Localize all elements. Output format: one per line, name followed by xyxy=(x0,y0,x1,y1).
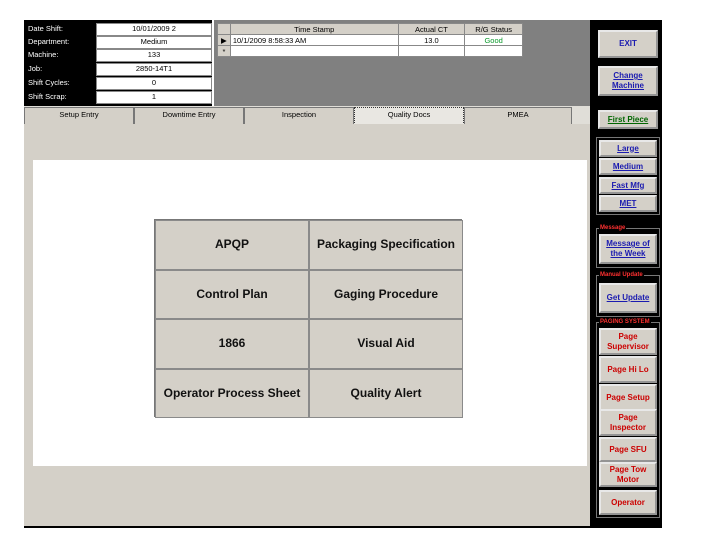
shift-info-panel: Date Shift: 10/01/2009 2 Department: Med… xyxy=(24,20,212,106)
info-row-shift-scrap: Shift Scrap: 1 xyxy=(26,91,212,104)
col-time-stamp[interactable]: Time Stamp xyxy=(229,23,399,35)
control-plan-button[interactable]: Control Plan xyxy=(155,269,309,319)
department-medium-button[interactable]: Medium xyxy=(599,158,657,175)
table-row-new[interactable]: * xyxy=(217,45,523,57)
tab-bar: Setup Entry Downtime Entry Inspection Qu… xyxy=(24,106,590,125)
department-fast-mfg-button[interactable]: Fast Mfg xyxy=(599,177,657,194)
cell-time-stamp[interactable]: 10/1/2009 8:58:33 AM xyxy=(229,34,399,46)
info-value: 1 xyxy=(96,91,212,104)
bottom-border xyxy=(24,526,662,528)
info-value: 10/01/2009 2 xyxy=(96,23,212,36)
page-inspector-button[interactable]: Page Inspector xyxy=(599,409,657,436)
tab-quality-docs[interactable]: Quality Docs xyxy=(354,107,464,125)
col-status[interactable]: R/G Status xyxy=(464,23,523,35)
page-tow-motor-button[interactable]: Page Tow Motor xyxy=(599,462,657,487)
info-row-date-shift: Date Shift: 10/01/2009 2 xyxy=(26,23,212,36)
tab-inspection[interactable]: Inspection xyxy=(244,107,354,125)
page-supervisor-button[interactable]: Page Supervisor xyxy=(599,328,657,355)
department-met-button[interactable]: MET xyxy=(599,195,657,212)
row-selector-header xyxy=(217,23,231,35)
page-setup-button[interactable]: Page Setup xyxy=(599,384,657,411)
operator-button[interactable]: Operator xyxy=(599,490,657,515)
tab-downtime-entry[interactable]: Downtime Entry xyxy=(134,107,244,125)
exit-button[interactable]: EXIT xyxy=(598,30,658,58)
info-value: 133 xyxy=(96,49,212,62)
cell-time-stamp[interactable] xyxy=(229,45,399,57)
first-piece-button[interactable]: First Piece xyxy=(598,110,658,129)
message-of-the-week-button[interactable]: Message of the Week xyxy=(599,234,657,264)
info-label: Shift Cycles: xyxy=(28,78,70,87)
info-value: 2850-14T1 xyxy=(96,63,212,76)
page-sfu-button[interactable]: Page SFU xyxy=(599,437,657,462)
visual-aid-button[interactable]: Visual Aid xyxy=(309,319,463,369)
cell-status[interactable]: Good xyxy=(464,34,523,46)
quality-alert-button[interactable]: Quality Alert xyxy=(309,368,463,418)
gaging-procedure-button[interactable]: Gaging Procedure xyxy=(309,269,463,319)
tab-setup-entry[interactable]: Setup Entry xyxy=(24,107,134,125)
info-label: Job: xyxy=(28,64,43,73)
paging-system-section-header: PAGING SYSTEM xyxy=(599,318,651,326)
operator-process-sheet-button[interactable]: Operator Process Sheet xyxy=(155,368,309,418)
info-row-job: Job: 2850-14T1 xyxy=(26,63,212,76)
packaging-specification-button[interactable]: Packaging Specification xyxy=(309,220,463,270)
tab-pmea[interactable]: PMEA xyxy=(464,107,572,125)
cycle-grid[interactable]: Time Stamp Actual CT R/G Status ▶ 10/1/2… xyxy=(217,23,523,57)
info-row-shift-cycles: Shift Cycles: 0 xyxy=(26,77,212,90)
info-label: Department: xyxy=(28,37,70,46)
quality-docs-grid: APQP Packaging Specification Control Pla… xyxy=(154,219,463,418)
manual-update-section-header: Manual Update xyxy=(599,271,644,279)
info-label: Shift Scrap: xyxy=(28,92,67,101)
col-actual-ct[interactable]: Actual CT xyxy=(397,23,466,35)
info-value: Medium xyxy=(96,36,212,49)
info-value: 0 xyxy=(96,77,212,90)
doc-1866-button[interactable]: 1866 xyxy=(155,319,309,369)
info-row-machine: Machine: 133 xyxy=(26,49,212,62)
get-update-button[interactable]: Get Update xyxy=(599,283,657,313)
info-label: Date Shift: xyxy=(28,24,64,33)
apqp-button[interactable]: APQP xyxy=(155,220,309,270)
change-machine-button[interactable]: Change Machine xyxy=(598,66,658,96)
table-row[interactable]: ▶ 10/1/2009 8:58:33 AM 13.0 Good xyxy=(217,34,523,46)
department-large-button[interactable]: Large xyxy=(599,140,657,157)
cell-actual-ct[interactable]: 13.0 xyxy=(397,34,466,46)
info-label: Machine: xyxy=(28,50,59,59)
cycle-grid-area: Time Stamp Actual CT R/G Status ▶ 10/1/2… xyxy=(214,20,590,106)
page-hi-lo-button[interactable]: Page Hi Lo xyxy=(599,356,657,383)
message-section-header: Message xyxy=(599,224,627,232)
new-row-icon[interactable]: * xyxy=(217,45,231,57)
grid-header-row: Time Stamp Actual CT R/G Status xyxy=(217,23,523,35)
info-row-department: Department: Medium xyxy=(26,36,212,49)
row-selector-icon[interactable]: ▶ xyxy=(217,34,231,46)
cell-status[interactable] xyxy=(464,45,523,57)
cell-actual-ct[interactable] xyxy=(397,45,466,57)
